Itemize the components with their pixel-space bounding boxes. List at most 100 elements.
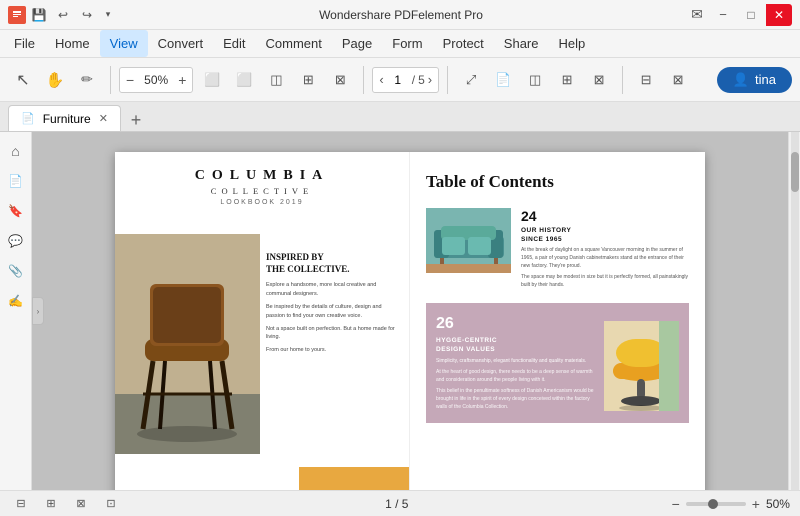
spread-view-button[interactable]: ◫ (520, 65, 550, 95)
toc-text-2: 26 HYGGE-CENTRICDESIGN VALUES Simplicity… (436, 315, 596, 411)
hand-tool[interactable]: ✋ (40, 65, 70, 95)
toc-num-1: 24 (521, 208, 689, 224)
menu-share[interactable]: Share (494, 30, 549, 57)
toc-item-2: 26 HYGGE-CENTRICDESIGN VALUES Simplicity… (426, 303, 689, 423)
panel-expand-handle[interactable]: › (32, 297, 44, 325)
separator-1 (110, 66, 111, 94)
notification-icon[interactable]: ✉ (686, 4, 708, 26)
page-number-input[interactable] (387, 73, 409, 87)
menu-view[interactable]: View (100, 30, 148, 57)
single-page-view[interactable]: ⬜ (197, 65, 227, 95)
menu-convert[interactable]: Convert (148, 30, 214, 57)
menu-edit[interactable]: Edit (213, 30, 255, 57)
selection-tools: ↖ ✋ ✏ (8, 65, 102, 95)
menu-home[interactable]: Home (45, 30, 100, 57)
zoom-out-button[interactable]: − (124, 72, 136, 88)
menu-file[interactable]: File (4, 30, 45, 57)
comment-sidebar-btn[interactable]: 💬 (3, 228, 29, 254)
page-status: 1 / 5 (385, 497, 408, 511)
extra-view-group: ⊟ ⊠ (631, 65, 693, 95)
inspired-p1: Explore a handsome, more local creative … (266, 281, 401, 299)
grid-view-button[interactable]: ⊠ (584, 65, 614, 95)
page-total: 5 (418, 73, 425, 87)
chair-image (115, 234, 260, 454)
inspired-p2: Be inspired by the details of culture, d… (266, 303, 401, 321)
panel-view-1[interactable]: ⊟ (631, 65, 661, 95)
status-zoom-in[interactable]: + (752, 496, 760, 512)
bookmark-sidebar-btn[interactable]: 🔖 (3, 198, 29, 224)
inspired-p3: Not a space built on perfection. But a h… (266, 325, 401, 343)
pages-sidebar-btn[interactable]: 📄 (3, 168, 29, 194)
left-panel: ⌂ 📄 🔖 💬 📎 ✍ (0, 132, 32, 490)
brand-subtitle: COLLECTIVE (125, 186, 399, 196)
toc-text-1: 24 OUR HISTORYSINCE 1965 At the break of… (521, 208, 689, 289)
redo-button[interactable]: ↪ (76, 4, 98, 26)
cursor-tool[interactable]: ↖ (8, 65, 38, 95)
status-zoom-out[interactable]: − (672, 496, 680, 512)
expand-arrow-icon: › (37, 307, 40, 316)
tab-name: Furniture (43, 112, 91, 126)
menu-form[interactable]: Form (382, 30, 432, 57)
save-button[interactable]: 💾 (28, 4, 50, 26)
compare-view[interactable]: ⊠ (325, 65, 355, 95)
split-view[interactable]: ⊞ (293, 65, 323, 95)
main-toolbar: ↖ ✋ ✏ − 50% + ⬜ ⬜ ◫ ⊞ ⊠ ‹ / 5 › ⤢ 📄 ◫ ⊞ … (0, 58, 800, 102)
page-separator: / (412, 73, 415, 87)
undo-button[interactable]: ↩ (52, 4, 74, 26)
toc-image-1 (426, 208, 511, 273)
vertical-scrollbar[interactable] (788, 132, 800, 490)
status-view-btn-4[interactable]: ⊡ (100, 494, 122, 514)
pdf-page-left: COLUMBIA COLLECTIVE LOOKBOOK 2019 (115, 152, 410, 490)
fit-page-button[interactable]: 📄 (488, 65, 518, 95)
zoom-slider[interactable] (686, 502, 746, 506)
thumbnail-view-button[interactable]: ⊞ (552, 65, 582, 95)
menu-comment[interactable]: Comment (256, 30, 332, 57)
toc-item-1: 24 OUR HISTORYSINCE 1965 At the break of… (426, 208, 689, 289)
app-icon (8, 6, 26, 24)
status-view-btn-1[interactable]: ⊟ (10, 494, 32, 514)
main-area: ⌂ 📄 🔖 💬 📎 ✍ › COLUMBIA COLLECTIVE LOOKBO… (0, 132, 800, 490)
pdf-spread: COLUMBIA COLLECTIVE LOOKBOOK 2019 (115, 152, 705, 490)
attachment-sidebar-btn[interactable]: 📎 (3, 258, 29, 284)
menu-page[interactable]: Page (332, 30, 382, 57)
tab-bar: 📄 Furniture ✕ + (0, 102, 800, 132)
toc-body-1b: The space may be modest in size but it i… (521, 273, 689, 289)
new-tab-button[interactable]: + (125, 109, 147, 131)
fit-window-button[interactable]: ⤢ (456, 65, 486, 95)
qa-dropdown[interactable]: ▾ (100, 4, 116, 26)
status-view-btn-3[interactable]: ⊠ (70, 494, 92, 514)
minimize-button[interactable]: − (710, 4, 736, 26)
orange-accent-block: h (299, 467, 409, 490)
document-tab[interactable]: 📄 Furniture ✕ (8, 105, 121, 131)
inspired-text-section: INSPIRED BYTHE COLLECTIVE. Explore a han… (266, 252, 401, 355)
scrollbar-thumb[interactable] (791, 152, 799, 192)
two-page-view[interactable]: ◫ (261, 65, 291, 95)
zoom-in-button[interactable]: + (176, 72, 188, 88)
maximize-button[interactable]: □ (738, 4, 764, 26)
tab-close-button[interactable]: ✕ (99, 112, 108, 125)
zoom-value: 50% (138, 73, 174, 87)
status-view-btn-2[interactable]: ⊞ (40, 494, 62, 514)
pencil-tool[interactable]: ✏ (72, 65, 102, 95)
continuous-view[interactable]: ⬜ (229, 65, 259, 95)
panel-view-2[interactable]: ⊠ (663, 65, 693, 95)
toc-body-2c: This belief in the penultimate softness … (436, 387, 596, 411)
quick-access-toolbar: 💾 ↩ ↪ ▾ (8, 4, 116, 26)
menu-help[interactable]: Help (549, 30, 596, 57)
pdf-page-right: Table of Contents (410, 152, 705, 490)
document-canvas[interactable]: COLUMBIA COLLECTIVE LOOKBOOK 2019 (32, 132, 788, 490)
page-nav-control: ‹ / 5 › (372, 67, 439, 93)
zoom-control: − 50% + (119, 67, 193, 93)
status-right: − + 50% (672, 496, 790, 512)
status-left: ⊟ ⊞ ⊠ ⊡ (10, 494, 122, 514)
profile-section: 👤 tina (717, 67, 792, 93)
separator-4 (622, 66, 623, 94)
close-button[interactable]: ✕ (766, 4, 792, 26)
home-sidebar-btn[interactable]: ⌂ (3, 138, 29, 164)
prev-page-button[interactable]: ‹ (379, 72, 383, 87)
next-page-button[interactable]: › (428, 72, 432, 87)
signature-sidebar-btn[interactable]: ✍ (3, 288, 29, 314)
status-bar: ⊟ ⊞ ⊠ ⊡ 1 / 5 − + 50% (0, 490, 800, 516)
menu-protect[interactable]: Protect (433, 30, 494, 57)
profile-button[interactable]: 👤 tina (717, 67, 792, 93)
